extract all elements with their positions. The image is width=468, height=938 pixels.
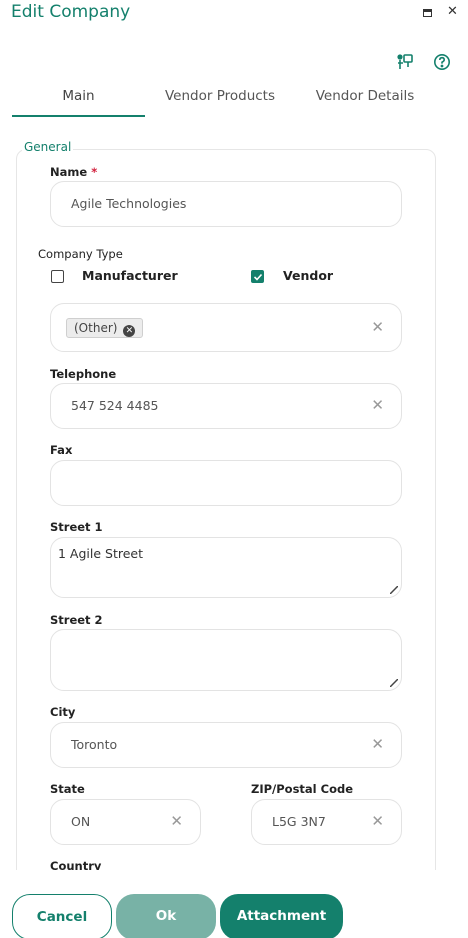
clear-icon[interactable]: ✕ [371,396,384,414]
country-label: Country [50,859,102,870]
street1-label: Street 1 [50,520,103,534]
company-type-label: Company Type [38,247,123,261]
telephone-label: Telephone [50,367,117,381]
state-field[interactable]: ON ✕ [50,799,201,845]
dialog-footer: Cancel Ok Attachment [0,870,468,938]
telephone-value: 547 524 4485 [71,398,159,413]
street1-field[interactable]: 1 Agile Street [50,537,402,598]
company-type-multiselect[interactable]: (Other) ✕ ✕ [50,303,402,352]
city-label: City [50,705,76,719]
street1-value: 1 Agile Street [58,546,144,561]
ok-button[interactable]: Ok [116,894,216,938]
manufacturer-label: Manufacturer [82,268,178,283]
zip-field[interactable]: L5G 3N7 ✕ [251,799,402,845]
street2-label: Street 2 [50,613,103,627]
vendor-checkbox[interactable] [251,270,264,283]
selected-tag-label: (Other) [74,321,118,335]
resize-handle-icon[interactable] [390,679,398,687]
tab-main[interactable]: Main [12,80,145,116]
clear-icon[interactable]: ✕ [371,318,384,336]
state-value: ON [71,814,91,829]
telephone-field[interactable]: 547 524 4485 ✕ [50,383,402,429]
state-label: State [50,782,85,796]
name-value: Agile Technologies [71,196,187,211]
tab-vendor-details[interactable]: Vendor Details [305,80,425,116]
resize-handle-icon[interactable] [390,586,398,594]
active-tab-indicator [12,115,145,117]
fax-label: Fax [50,443,73,457]
section-legend: General [22,140,74,154]
name-label-text: Name [50,165,88,179]
fax-field[interactable] [50,460,402,506]
city-field[interactable]: Toronto ✕ [50,722,402,768]
remove-tag-icon[interactable]: ✕ [123,325,136,337]
maximize-icon[interactable] [423,9,432,17]
clear-icon[interactable]: ✕ [170,812,183,830]
vendor-label: Vendor [283,268,334,283]
form-scroll-area[interactable]: General Name * Agile Technologies Compan… [0,138,468,870]
street2-field[interactable] [50,629,402,691]
tab-vendor-products[interactable]: Vendor Products [155,80,285,116]
required-mark: * [91,165,98,179]
zip-label: ZIP/Postal Code [251,782,353,796]
clear-icon[interactable]: ✕ [371,812,384,830]
manufacturer-checkbox[interactable] [51,270,64,283]
check-icon [253,273,262,281]
zip-value: L5G 3N7 [272,814,326,829]
close-icon[interactable]: ✕ [447,4,458,19]
tab-bar: Main Vendor Products Vendor Details [12,80,450,118]
selected-tag: (Other) ✕ [66,318,144,338]
attachment-button[interactable]: Attachment [220,894,343,938]
cancel-button[interactable]: Cancel [12,894,112,938]
help-icon[interactable] [433,53,451,71]
dialog-title: Edit Company [11,2,131,22]
clear-icon[interactable]: ✕ [371,735,384,753]
presentation-icon[interactable] [396,53,414,71]
city-value: Toronto [71,737,118,752]
name-field[interactable]: Agile Technologies [50,181,402,227]
name-label: Name * [50,165,97,179]
